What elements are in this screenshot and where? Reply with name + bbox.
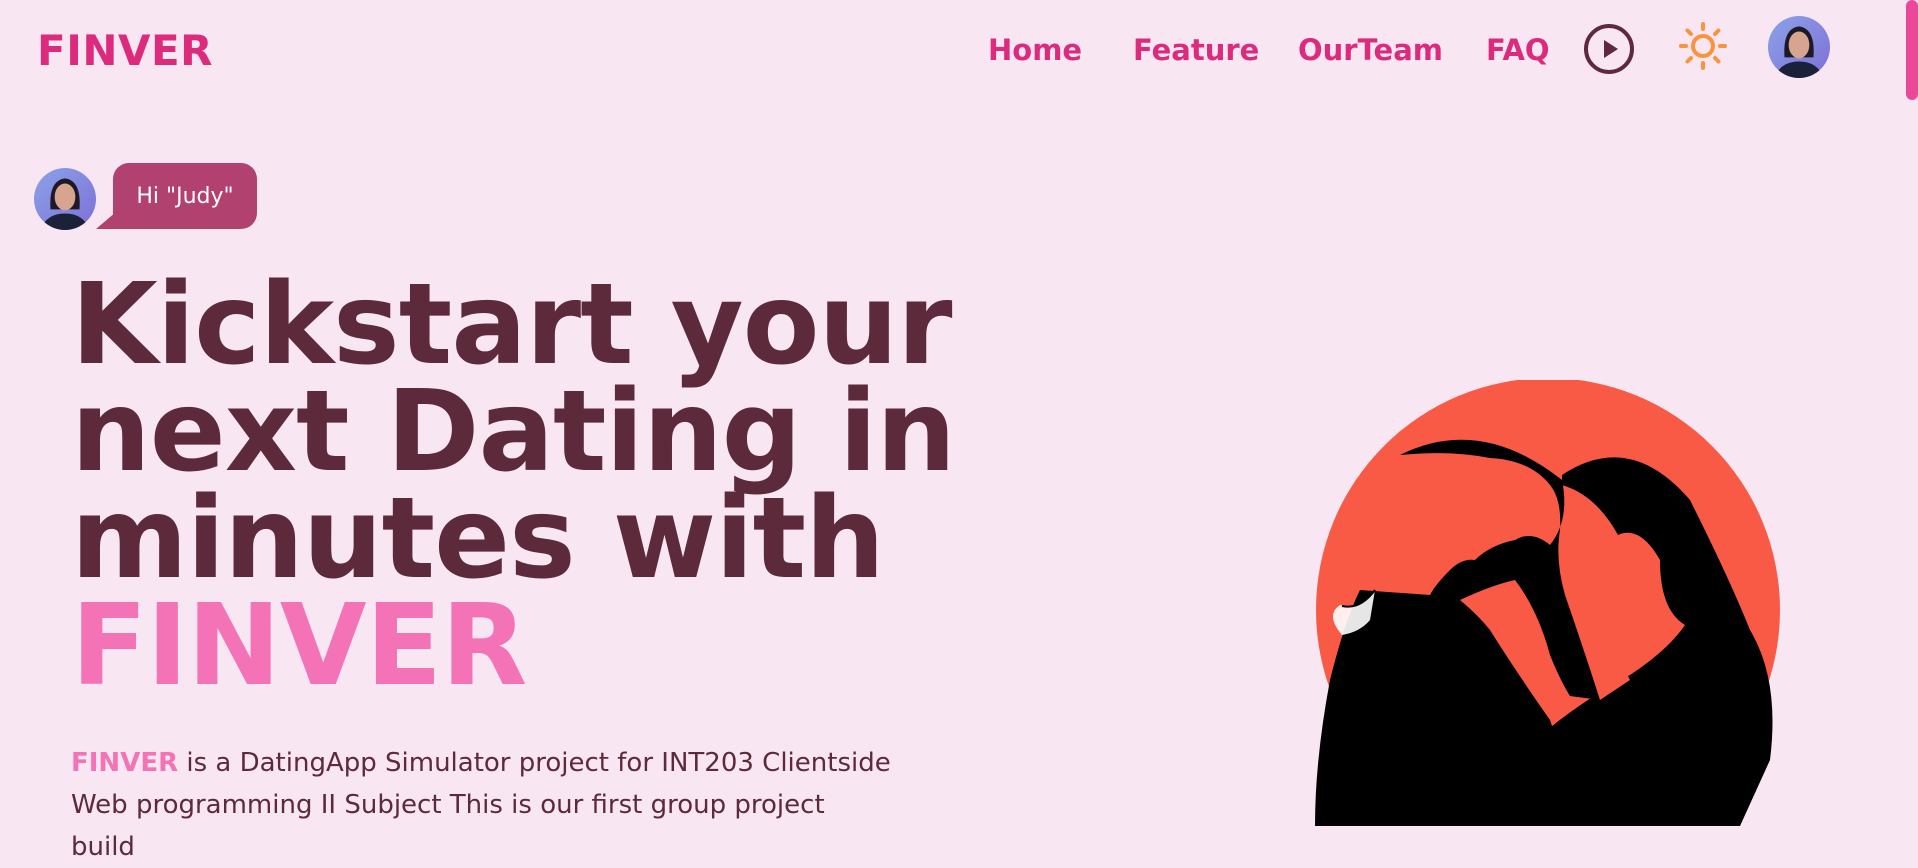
- sun-icon: [1679, 22, 1727, 70]
- hero-headline: Kickstart your next Dating in minutes wi…: [71, 260, 956, 711]
- nav-home[interactable]: Home: [988, 33, 1082, 67]
- headline-line-1: Kickstart your: [71, 260, 953, 390]
- headline-line-2: next Dating in: [71, 367, 956, 497]
- scrollbar-thumb[interactable]: [1906, 0, 1918, 100]
- theme-toggle-button[interactable]: [1678, 21, 1728, 71]
- greeting-bubble: Hi "Judy": [113, 163, 257, 229]
- hero-description: FINVER is a DatingApp Simulator project …: [71, 742, 891, 868]
- avatar-image: [34, 168, 96, 230]
- nav-feature[interactable]: Feature: [1133, 33, 1259, 67]
- description-text: is a DatingApp Simulator project for INT…: [71, 748, 891, 862]
- nav-ourteam[interactable]: OurTeam: [1298, 33, 1443, 67]
- headline-brand: FINVER: [71, 581, 527, 711]
- couple-illustration: [1300, 378, 1820, 842]
- description-brand: FINVER: [71, 748, 179, 778]
- greeting-text: Hi "Judy": [136, 183, 234, 209]
- logo[interactable]: FINVER: [37, 26, 213, 75]
- user-avatar[interactable]: [1768, 16, 1830, 78]
- play-button[interactable]: [1584, 24, 1634, 74]
- play-icon: [1604, 40, 1618, 58]
- headline-line-3: minutes with: [71, 474, 885, 604]
- greeting-avatar: [34, 168, 96, 230]
- nav-faq[interactable]: FAQ: [1486, 33, 1550, 67]
- avatar-image: [1768, 16, 1830, 78]
